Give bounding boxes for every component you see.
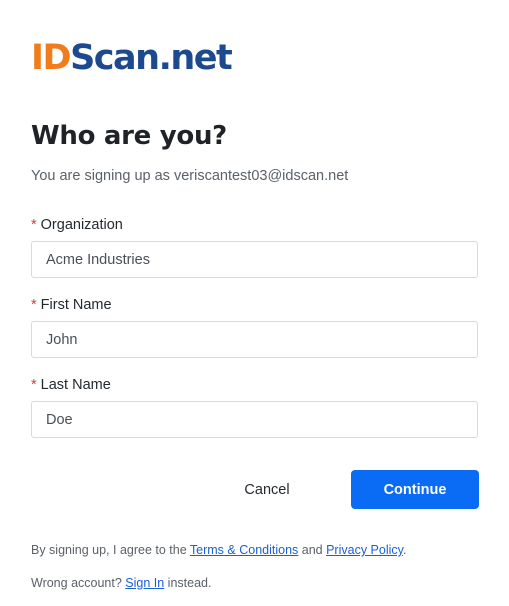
idscan-logo: ID Scan.net: [31, 37, 233, 78]
page-title: Who are you?: [31, 121, 227, 151]
privacy-link[interactable]: Privacy Policy: [326, 543, 403, 557]
required-mark: *: [31, 217, 37, 233]
organization-label: * Organization: [31, 217, 123, 233]
last-name-input[interactable]: [31, 401, 478, 438]
logo-id-text: ID: [31, 37, 72, 78]
terms-link[interactable]: Terms & Conditions: [190, 543, 298, 557]
wrong-suffix: instead.: [164, 576, 212, 590]
required-mark: *: [31, 297, 37, 313]
organization-label-text: Organization: [40, 217, 123, 233]
signup-subtitle: You are signing up as veriscantest03@ids…: [31, 168, 348, 184]
agree-middle: and: [298, 543, 327, 557]
cancel-button[interactable]: Cancel: [222, 470, 312, 509]
agree-prefix: By signing up, I agree to the: [31, 543, 190, 557]
wrong-prefix: Wrong account?: [31, 576, 126, 590]
agree-suffix: .: [402, 543, 407, 557]
last-name-label: * Last Name: [31, 377, 111, 393]
first-name-label-text: First Name: [40, 297, 112, 313]
signup-page: ID Scan.net Who are you? You are signing …: [0, 0, 509, 606]
terms-agreement: By signing up, I agree to the Terms & Co…: [31, 543, 406, 557]
subtitle-prefix: You are signing up as: [31, 168, 174, 184]
continue-button[interactable]: Continue: [351, 470, 479, 509]
first-name-input[interactable]: [31, 321, 478, 358]
signup-email: veriscantest03@idscan.net: [173, 168, 349, 184]
last-name-label-text: Last Name: [40, 377, 111, 393]
sign-in-link[interactable]: Sign In: [125, 576, 164, 590]
wrong-account-notice: Wrong account? Sign In instead.: [31, 576, 211, 590]
organization-input[interactable]: [31, 241, 478, 278]
logo-scan-text: Scan.net: [70, 37, 233, 78]
required-mark: *: [31, 377, 37, 393]
first-name-label: * First Name: [31, 297, 112, 313]
